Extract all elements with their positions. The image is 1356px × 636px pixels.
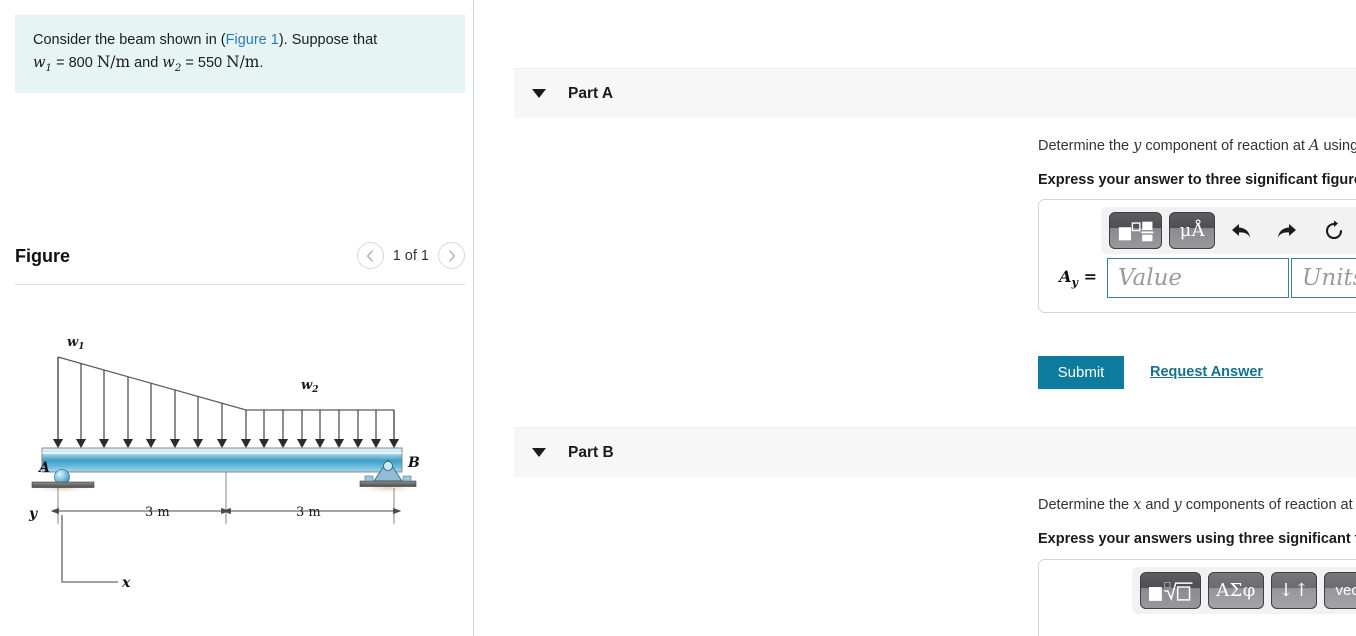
part-b-instruction: Express your answers using three signifi… <box>1038 531 1356 547</box>
figure-1-link[interactable]: Figure 1 <box>226 32 279 48</box>
w1-value: 800 <box>68 55 93 72</box>
part-b-prompt: Determine the x and y components of reac… <box>1038 495 1356 515</box>
conjunction: and <box>134 55 159 72</box>
part-b-prompt-text-1: Determine the <box>1038 497 1134 513</box>
undo-button[interactable] <box>1222 214 1259 248</box>
reset-icon <box>1325 220 1342 239</box>
part-a-prompt: Determine the y component of reaction at… <box>1038 136 1356 156</box>
page-root: Consider the beam shown in (Figure 1). S… <box>0 0 1356 636</box>
reset-button[interactable] <box>1315 214 1352 248</box>
greek-letters-button[interactable]: ΑΣφ <box>1208 572 1264 609</box>
part-b-prompt-text-2: and <box>1141 497 1174 513</box>
right-panel: Part A Determine the y component of reac… <box>475 0 1356 636</box>
part-a-answer-box: μÅ Ay = Value Unit <box>1038 199 1356 313</box>
caret-down-icon[interactable] <box>532 89 546 98</box>
figure-dim-right: 3 m <box>296 505 321 520</box>
part-a-prompt-var-a: A <box>1308 138 1320 154</box>
units-micro-angstrom-button[interactable]: μÅ <box>1169 212 1216 249</box>
part-a-prompt-text-3: using scalar notation. <box>1323 138 1356 154</box>
problem-text-after: ). Suppose that <box>278 32 378 48</box>
radical-icon: ☐ <box>1148 581 1193 601</box>
part-a-submit-button[interactable]: Submit <box>1038 356 1124 389</box>
w2-units: N/m <box>226 53 260 72</box>
exponent-fraction-icon <box>1118 221 1154 241</box>
svg-text:☐: ☐ <box>1164 581 1171 590</box>
figure-next-button[interactable] <box>438 242 465 269</box>
figure-axis-y: y <box>28 506 38 522</box>
w2-value: 550 <box>197 55 223 72</box>
beam-diagram-svg: w1 w2 A B 3 m 3 m y x <box>25 335 422 591</box>
arrow-updown-button[interactable]: ↓↑ <box>1270 572 1318 609</box>
figure-header: Figure 1 of 1 <box>15 242 465 278</box>
part-b-toolbar-label-vec: vec <box>1335 582 1356 599</box>
figure-axis-x: x <box>121 575 131 591</box>
figure-label-a: A <box>37 460 50 476</box>
redo-button[interactable] <box>1269 214 1306 248</box>
part-a-value-input[interactable]: Value <box>1107 258 1289 298</box>
part-a-units-input[interactable]: Units <box>1291 258 1356 298</box>
figure-label-w1: w1 <box>67 335 84 352</box>
part-b-header[interactable]: Part B <box>514 427 1356 477</box>
redo-icon <box>1278 223 1297 238</box>
figure-navigation: 1 of 1 <box>356 242 465 269</box>
part-a-prompt-text-2: component of reaction at <box>1141 138 1309 154</box>
part-a-answer-label: Ay = <box>1059 266 1097 290</box>
w1-symbol: w1 <box>33 55 53 75</box>
problem-text-before: Consider the beam shown in ( <box>33 32 226 48</box>
part-a-field-row: Ay = Value Units <box>1039 254 1356 312</box>
figure-prev-button[interactable] <box>356 242 384 269</box>
chevron-right-icon <box>448 249 455 262</box>
part-b-answer-box: ☐ ΑΣφ ↓↑ vec <box>1038 559 1356 636</box>
vector-button[interactable]: vec <box>1324 572 1356 609</box>
w1-units: N/m <box>96 53 131 72</box>
template-exponent-fraction-button[interactable] <box>1109 212 1163 249</box>
undo-icon <box>1231 223 1250 238</box>
figure-dim-left: 3 m <box>145 505 170 520</box>
w2-symbol: w2 <box>162 55 182 75</box>
part-a-toolbar: μÅ <box>1101 207 1356 254</box>
part-a-instruction: Express your answer to three significant… <box>1038 172 1356 188</box>
problem-statement: Consider the beam shown in (Figure 1). S… <box>15 15 465 93</box>
figure-label-w2: w2 <box>301 378 318 395</box>
part-a-request-answer-link[interactable]: Request Answer <box>1150 364 1263 380</box>
chevron-left-icon <box>366 249 374 262</box>
part-a-prompt-text-1: Determine the <box>1038 138 1134 154</box>
template-radical-button[interactable]: ☐ <box>1140 572 1202 609</box>
left-panel: Consider the beam shown in (Figure 1). S… <box>0 0 474 636</box>
part-a-toolbar-label-units: μÅ <box>1179 220 1206 241</box>
part-b-toolbar-label-greek: ΑΣφ <box>1216 580 1256 601</box>
part-a-title: Part A <box>568 84 614 102</box>
part-b-prompt-text-3: components of reaction at <box>1181 497 1356 513</box>
figure-counter: 1 of 1 <box>392 247 429 264</box>
figure-label-b: B <box>407 455 420 471</box>
part-b-toolbar: ☐ ΑΣφ ↓↑ vec <box>1132 567 1356 614</box>
part-b-prompt-var-y: y <box>1173 497 1182 513</box>
part-b-toolbar-label-arrows: ↓↑ <box>1278 580 1310 601</box>
part-b-title: Part B <box>568 443 614 461</box>
part-a-header[interactable]: Part A <box>514 68 1356 118</box>
caret-down-icon[interactable] <box>532 448 546 457</box>
figure-title: Figure <box>15 246 71 266</box>
figure-divider <box>15 284 465 285</box>
beam-figure: w1 w2 A B 3 m 3 m y x <box>14 300 470 620</box>
problem-period: . <box>259 55 264 72</box>
